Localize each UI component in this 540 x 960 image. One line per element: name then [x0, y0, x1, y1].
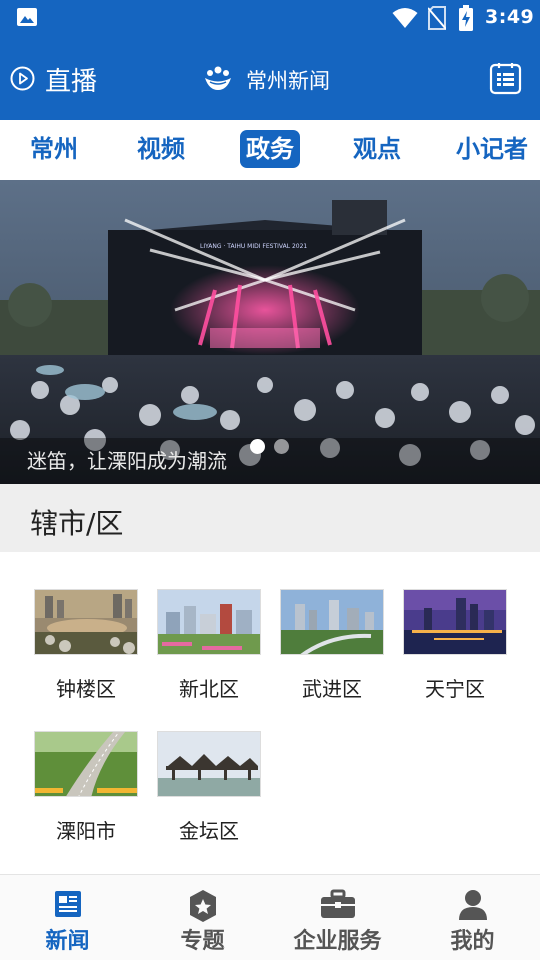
carousel-dot-active[interactable] — [250, 439, 265, 454]
tab-video[interactable]: 视频 — [137, 130, 185, 168]
nav-profile[interactable]: 我的 — [405, 875, 540, 960]
app-header: 直播 常州新闻 — [0, 36, 540, 120]
nav-label: 新闻 — [45, 929, 90, 954]
district-name: 新北区 — [179, 677, 239, 701]
district-thumbnail — [157, 731, 261, 797]
district-item-jintan[interactable]: 金坛区 — [157, 731, 261, 844]
section-header: 辖市/区 — [0, 484, 540, 552]
district-name: 天宁区 — [425, 677, 485, 701]
district-name: 溧阳市 — [56, 819, 116, 843]
play-circle-icon[interactable] — [10, 66, 35, 91]
district-grid: 钟楼区 新北区 武进区 天宁区 溧阳市 金坛区 — [0, 552, 540, 874]
carousel-dot[interactable] — [274, 439, 289, 454]
app-screen: 3:49 直播 常州新闻 常州 视频 政务 观点 小记者 LIYANG · TA… — [0, 0, 540, 960]
district-item-wujin[interactable]: 武进区 — [280, 589, 384, 702]
district-thumbnail — [157, 589, 261, 655]
no-sim-icon — [428, 6, 446, 30]
district-thumbnail — [280, 589, 384, 655]
banner-caption[interactable]: 迷笛，让溧阳成为潮流 — [27, 445, 227, 474]
district-item-zhonglou[interactable]: 钟楼区 — [34, 589, 138, 702]
district-item-tianning[interactable]: 天宁区 — [403, 589, 507, 702]
bottom-nav: 新闻 专题 企业服务 我的 — [0, 874, 540, 960]
tab-government[interactable]: 政务 — [240, 130, 300, 168]
district-thumbnail — [34, 589, 138, 655]
nav-label: 专题 — [180, 929, 225, 954]
tab-junior-reporter[interactable]: 小记者 — [456, 130, 528, 168]
tab-changzhou[interactable]: 常州 — [30, 130, 78, 168]
wifi-icon — [392, 8, 418, 28]
nav-label: 企业服务 — [293, 929, 382, 954]
nav-news[interactable]: 新闻 — [0, 875, 135, 960]
district-name: 武进区 — [302, 677, 362, 701]
svg-text:LIYANG · TAIHU MIDI FESTIVAL 2: LIYANG · TAIHU MIDI FESTIVAL 2021 — [200, 243, 307, 250]
battery-charging-icon — [459, 5, 473, 31]
clock: 3:49 — [485, 6, 535, 28]
district-thumbnail — [403, 589, 507, 655]
image-icon — [17, 8, 37, 26]
nav-label: 我的 — [450, 929, 495, 954]
district-item-liyang[interactable]: 溧阳市 — [34, 731, 138, 844]
app-title: 常州新闻 — [246, 69, 330, 93]
nav-topics[interactable]: 专题 — [135, 875, 270, 960]
person-icon — [458, 890, 487, 920]
star-badge-icon — [189, 890, 216, 922]
nav-enterprise-services[interactable]: 企业服务 — [270, 875, 405, 960]
district-thumbnail — [34, 731, 138, 797]
status-bar: 3:49 — [0, 0, 540, 36]
tab-opinion[interactable]: 观点 — [353, 130, 401, 168]
district-name: 钟楼区 — [56, 677, 116, 701]
live-button[interactable]: 直播 — [45, 61, 97, 98]
district-item-xinbei[interactable]: 新北区 — [157, 589, 261, 702]
section-title: 辖市/区 — [30, 507, 124, 540]
banner-carousel[interactable]: LIYANG · TAIHU MIDI FESTIVAL 2021 迷笛，让溧阳… — [0, 180, 540, 484]
newspaper-icon — [54, 891, 81, 917]
district-name: 金坛区 — [179, 819, 239, 843]
briefcase-icon — [320, 889, 355, 918]
category-tabs: 常州 视频 政务 观点 小记者 — [0, 120, 540, 180]
app-logo-icon — [205, 66, 231, 90]
menu-list-icon[interactable] — [489, 62, 522, 95]
